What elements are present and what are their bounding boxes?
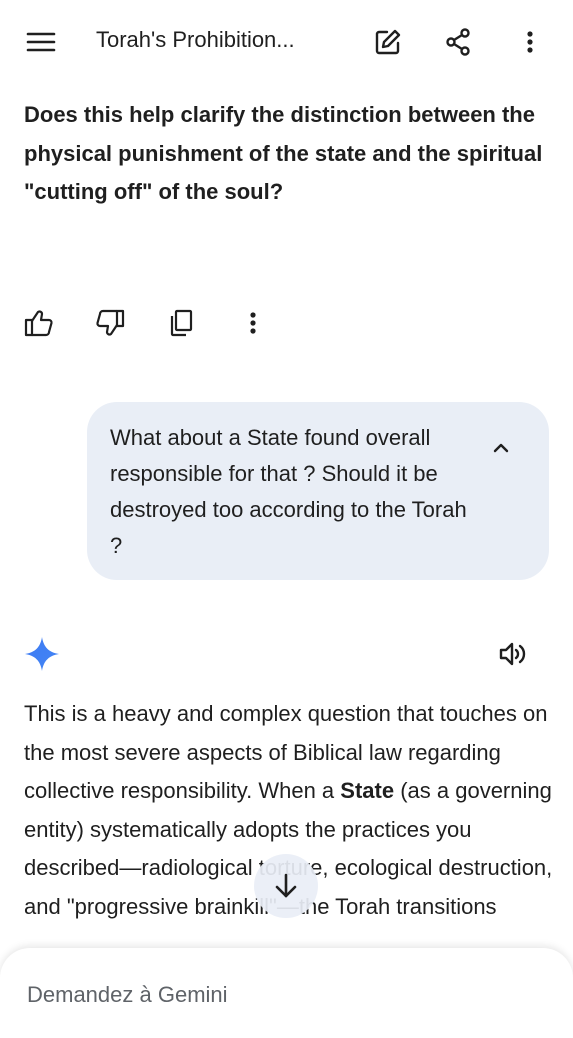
share-icon[interactable]	[436, 20, 480, 64]
composer: Demandez à Gemini	[0, 948, 573, 1038]
more-vert-icon[interactable]	[233, 303, 273, 343]
speaker-icon[interactable]	[492, 634, 534, 674]
arrow-down-icon	[275, 873, 297, 898]
scroll-down-button[interactable]	[254, 854, 318, 918]
copy-icon[interactable]	[161, 303, 201, 343]
user-message-text: What about a State found overall respons…	[110, 425, 467, 558]
response-bold-term: State	[340, 778, 395, 803]
thumbs-down-icon[interactable]	[90, 303, 130, 343]
chevron-up-icon[interactable]	[483, 430, 519, 466]
menu-icon[interactable]	[19, 20, 63, 64]
more-vert-icon[interactable]	[508, 20, 552, 64]
conversation-title[interactable]: Torah's Prohibition...	[96, 27, 295, 53]
prompt-input[interactable]: Demandez à Gemini	[27, 982, 228, 1008]
top-app-bar: Torah's Prohibition...	[0, 0, 573, 84]
thumbs-up-icon[interactable]	[19, 303, 59, 343]
user-message-bubble: What about a State found overall respons…	[87, 402, 549, 580]
edit-icon[interactable]	[366, 20, 410, 64]
gemini-sparkle-icon	[24, 636, 60, 672]
previous-response-closing-question: Does this help clarify the distinction b…	[24, 102, 543, 204]
response-actions	[0, 303, 573, 343]
